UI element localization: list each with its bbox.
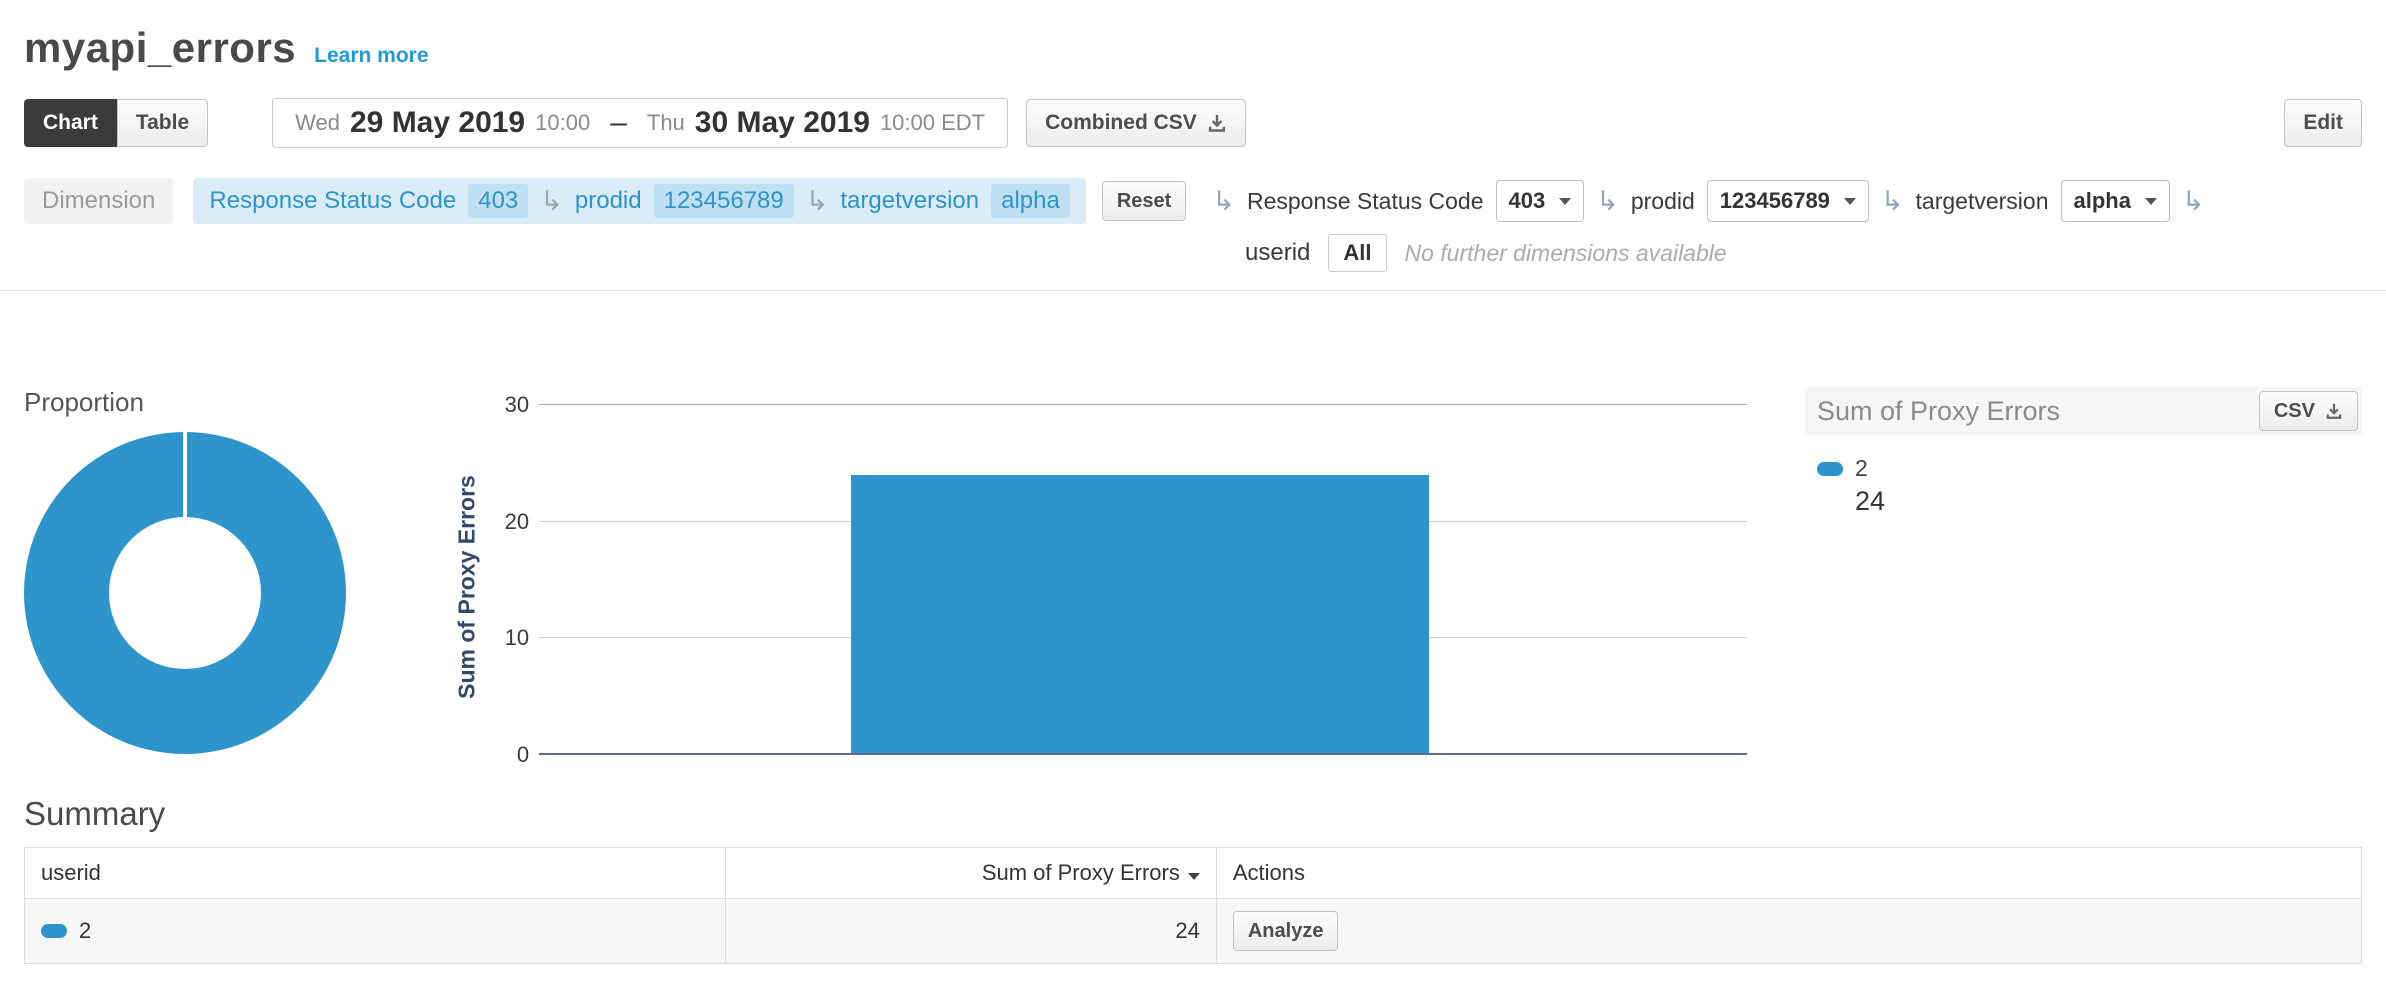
breadcrumb-name: prodid xyxy=(575,187,642,215)
chart-view-button[interactable]: Chart xyxy=(24,99,117,147)
targetversion-value: alpha xyxy=(2074,188,2131,214)
end-time: 10:00 EDT xyxy=(880,110,985,136)
start-day: Wed xyxy=(295,110,340,136)
page-header: myapi_errors Learn more xyxy=(24,24,2362,72)
edit-label: Edit xyxy=(2303,111,2343,135)
summary-table: userid Sum of Proxy Errors Actions 2 24 … xyxy=(24,847,2362,964)
view-toggle: Chart Table xyxy=(24,99,208,147)
actions-cell: Analyze xyxy=(1216,899,2361,964)
column-header-actions: Actions xyxy=(1216,848,2361,899)
gridline xyxy=(539,404,1747,405)
prodid-select[interactable]: 123456789 xyxy=(1707,180,1869,222)
proportion-title: Proportion xyxy=(24,387,447,418)
date-range-picker[interactable]: Wed 29 May 2019 10:00 – Thu 30 May 2019 … xyxy=(272,98,1008,148)
status-code-value: 403 xyxy=(1509,188,1546,214)
summary-title: Summary xyxy=(24,795,2386,833)
end-date: 30 May 2019 xyxy=(695,106,870,140)
analyze-label: Analyze xyxy=(1248,920,1324,943)
legend-title: Sum of Proxy Errors xyxy=(1817,396,2060,427)
dimension-row: Dimension Response Status Code 403 ↳ pro… xyxy=(24,178,2362,224)
bar-series[interactable] xyxy=(851,475,1430,755)
toolbar: Chart Table Wed 29 May 2019 10:00 – Thu … xyxy=(24,98,2362,148)
dimension-row-2: userid All No further dimensions availab… xyxy=(1245,234,2362,272)
date-separator: – xyxy=(610,106,627,140)
drill-arrow-icon: ↳ xyxy=(806,188,829,215)
bar-plot-area xyxy=(539,405,1747,755)
reset-button[interactable]: Reset xyxy=(1102,181,1186,221)
breadcrumb-value[interactable]: alpha xyxy=(991,184,1070,218)
combined-csv-button[interactable]: Combined CSV xyxy=(1026,99,1246,147)
drill-arrow-icon: ↳ xyxy=(1596,188,1619,215)
no-more-dimensions-text: No further dimensions available xyxy=(1405,240,1727,267)
proportion-panel: Proportion xyxy=(24,387,447,754)
targetversion-select[interactable]: alpha xyxy=(2061,180,2170,222)
end-day: Thu xyxy=(647,110,685,136)
legend-item-label: 2 xyxy=(1855,455,1868,482)
analyze-button[interactable]: Analyze xyxy=(1233,911,1339,951)
breadcrumb-name: Response Status Code xyxy=(209,187,456,215)
table-row: 2 24 Analyze xyxy=(25,899,2362,964)
combined-csv-label: Combined CSV xyxy=(1045,111,1197,135)
summary-header-row: userid Sum of Proxy Errors Actions xyxy=(25,848,2362,899)
y-tick-label: 10 xyxy=(505,625,529,651)
sum-cell: 24 xyxy=(726,899,1217,964)
donut-slice xyxy=(24,432,346,754)
charts-section: Proportion Sum of Proxy Errors 0 10 20 30 S… xyxy=(24,387,2362,777)
section-divider xyxy=(0,290,2386,291)
y-tick-label: 20 xyxy=(505,509,529,535)
y-tick-label: 30 xyxy=(505,392,529,418)
breadcrumb-name: targetversion xyxy=(840,187,979,215)
csv-button[interactable]: CSV xyxy=(2259,391,2358,431)
donut-hole xyxy=(109,517,261,669)
chevron-down-icon xyxy=(1559,198,1571,205)
y-axis: 0102030 xyxy=(487,405,539,755)
chevron-down-icon xyxy=(2145,198,2157,205)
legend-item-value: 24 xyxy=(1855,486,2362,517)
legend-panel: Sum of Proxy Errors CSV 2 24 xyxy=(1805,387,2362,517)
breadcrumb-value[interactable]: 403 xyxy=(468,184,528,218)
table-view-button[interactable]: Table xyxy=(117,99,208,147)
userid-value: 2 xyxy=(79,918,91,944)
userid-all-button[interactable]: All xyxy=(1328,234,1386,272)
donut-slice-gap xyxy=(183,432,187,517)
proportion-donut-chart[interactable] xyxy=(24,432,346,754)
legend-header: Sum of Proxy Errors CSV xyxy=(1805,387,2362,435)
edit-button[interactable]: Edit xyxy=(2284,99,2362,147)
page-title: myapi_errors xyxy=(24,24,296,72)
column-header-userid[interactable]: userid xyxy=(25,848,726,899)
download-icon xyxy=(1207,113,1227,133)
learn-more-link[interactable]: Learn more xyxy=(314,44,428,68)
chart-view-label: Chart xyxy=(43,111,98,135)
dimension-selectors: ↳ Response Status Code 403 ↳ prodid 1234… xyxy=(1212,180,2204,222)
dimension-label: Dimension xyxy=(24,178,173,224)
y-tick-label: 0 xyxy=(517,742,529,768)
userid-label: userid xyxy=(1245,239,1310,267)
series-swatch xyxy=(41,924,67,938)
selector-name: Response Status Code xyxy=(1247,188,1484,215)
sort-desc-icon xyxy=(1188,873,1200,880)
userid-cell: 2 xyxy=(25,899,726,964)
csv-label: CSV xyxy=(2274,400,2315,423)
breadcrumb-value[interactable]: 123456789 xyxy=(654,184,794,218)
dimension-breadcrumb: Response Status Code 403 ↳ prodid 123456… xyxy=(193,178,1085,224)
chevron-down-icon xyxy=(1844,198,1856,205)
y-axis-label: Sum of Proxy Errors xyxy=(447,397,487,777)
column-header-sum-proxy-errors[interactable]: Sum of Proxy Errors xyxy=(726,848,1217,899)
drill-arrow-icon: ↳ xyxy=(540,188,563,215)
reset-label: Reset xyxy=(1117,190,1171,213)
drill-arrow-icon: ↳ xyxy=(1881,188,1904,215)
selector-name: targetversion xyxy=(1916,188,2049,215)
legend-item: 2 xyxy=(1817,455,2362,482)
gridline xyxy=(539,753,1747,755)
table-view-label: Table xyxy=(136,111,189,135)
drill-arrow-icon: ↳ xyxy=(2182,188,2205,215)
prodid-value: 123456789 xyxy=(1720,188,1830,214)
start-date: 29 May 2019 xyxy=(350,106,525,140)
download-icon xyxy=(2325,402,2343,420)
start-time: 10:00 xyxy=(535,110,590,136)
series-swatch xyxy=(1817,462,1843,476)
selector-name: prodid xyxy=(1631,188,1695,215)
status-code-select[interactable]: 403 xyxy=(1496,180,1585,222)
drill-arrow-icon: ↳ xyxy=(1212,188,1235,215)
